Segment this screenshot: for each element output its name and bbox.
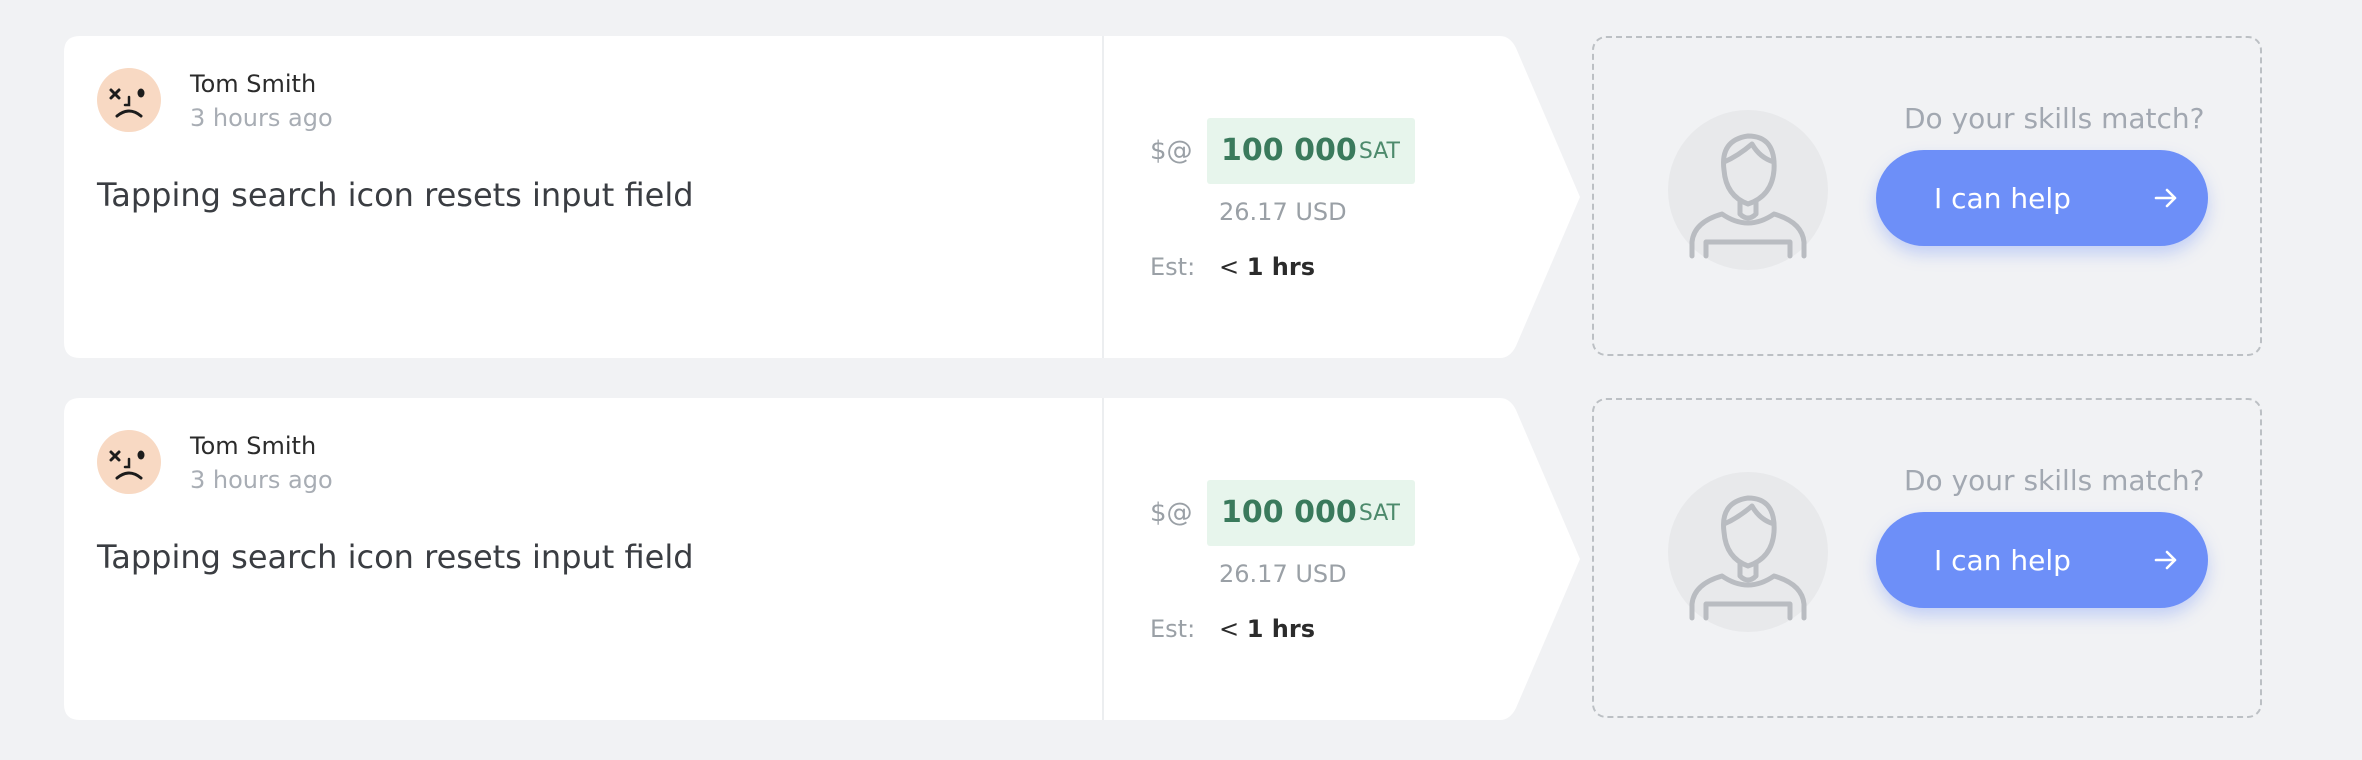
price-prefix: $@ xyxy=(1150,136,1193,166)
placeholder-avatar xyxy=(1668,472,1828,632)
skills-prompt: Do your skills match? xyxy=(1904,464,2205,497)
author-name[interactable]: Tom Smith xyxy=(190,432,316,460)
user-placeholder-icon xyxy=(1689,133,1807,259)
price-amount: 100 000 xyxy=(1221,133,1357,168)
help-button-label: I can help xyxy=(1934,182,2071,215)
estimate-label: Est: xyxy=(1150,253,1196,281)
estimate-hours: 1 hrs xyxy=(1246,615,1316,643)
skills-prompt: Do your skills match? xyxy=(1904,102,2205,135)
author-avatar[interactable] xyxy=(97,430,161,494)
card-divider xyxy=(1102,398,1104,720)
i-can-help-button[interactable]: I can help xyxy=(1876,512,2208,608)
estimate-prefix: < xyxy=(1219,253,1240,281)
task-title[interactable]: Tapping search icon resets input field xyxy=(97,176,694,214)
task-card[interactable]: Tom Smith 3 hours ago Tapping search ico… xyxy=(64,398,1584,720)
price-amount: 100 000 xyxy=(1221,495,1357,530)
estimate-label: Est: xyxy=(1150,615,1196,643)
user-placeholder-icon xyxy=(1689,495,1807,621)
price-unit: SAT xyxy=(1358,501,1400,526)
price-usd: 26.17 USD xyxy=(1219,560,1347,588)
card-divider xyxy=(1102,36,1104,358)
help-button-label: I can help xyxy=(1934,544,2071,577)
estimate-prefix: < xyxy=(1219,615,1240,643)
task-title[interactable]: Tapping search icon resets input field xyxy=(97,538,694,576)
i-can-help-button[interactable]: I can help xyxy=(1876,150,2208,246)
post-timestamp: 3 hours ago xyxy=(190,104,333,132)
task-row: Tom Smith 3 hours ago Tapping search ico… xyxy=(0,36,2362,358)
price-unit: SAT xyxy=(1358,139,1400,164)
author-name[interactable]: Tom Smith xyxy=(190,70,316,98)
price-prefix: $@ xyxy=(1150,498,1193,528)
estimate-hours: 1 hrs xyxy=(1246,253,1316,281)
post-timestamp: 3 hours ago xyxy=(190,466,333,494)
dizzy-face-icon xyxy=(109,88,145,118)
price-usd: 26.17 USD xyxy=(1219,198,1347,226)
author-avatar[interactable] xyxy=(97,68,161,132)
placeholder-avatar xyxy=(1668,110,1828,270)
help-panel: Do your skills match? I can help xyxy=(1592,36,2262,356)
price-badge: 100 000 SAT xyxy=(1207,118,1415,184)
task-card[interactable]: Tom Smith 3 hours ago Tapping search ico… xyxy=(64,36,1584,358)
estimate-value: < 1 hrs xyxy=(1219,615,1315,643)
price-badge: 100 000 SAT xyxy=(1207,480,1415,546)
dizzy-face-icon xyxy=(109,450,145,480)
arrow-right-icon xyxy=(2154,188,2177,208)
task-row: Tom Smith 3 hours ago Tapping search ico… xyxy=(0,398,2362,720)
estimate-value: < 1 hrs xyxy=(1219,253,1315,281)
arrow-right-icon xyxy=(2154,550,2177,570)
help-panel: Do your skills match? I can help xyxy=(1592,398,2262,718)
